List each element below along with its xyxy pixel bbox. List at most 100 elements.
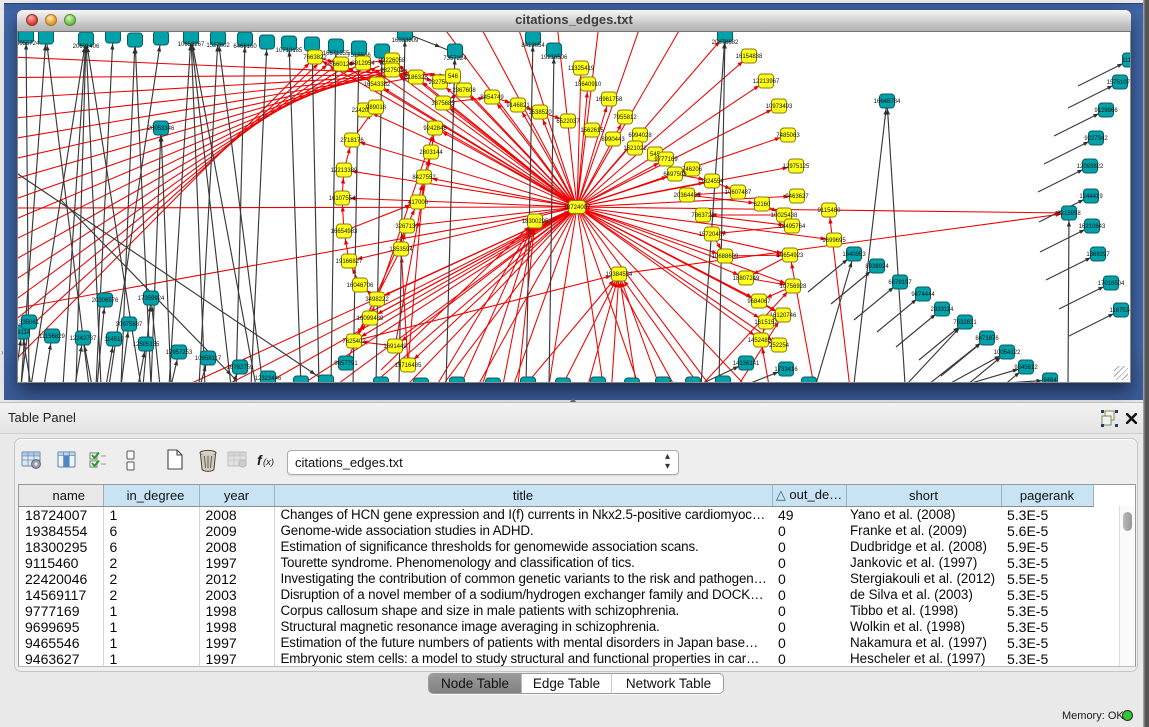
svg-text:15716485: 15716485 <box>395 363 422 369</box>
svg-text:20364436: 20364436 <box>674 193 701 199</box>
svg-text:9777169: 9777169 <box>654 157 678 163</box>
svg-text:1640953: 1640953 <box>842 252 866 258</box>
svg-text:8413054: 8413054 <box>521 43 545 49</box>
svg-text:16961758: 16961758 <box>596 97 623 103</box>
svg-text:10688609: 10688609 <box>712 254 739 260</box>
svg-text:417006: 417006 <box>408 200 429 206</box>
svg-text:19654923: 19654923 <box>777 253 804 259</box>
svg-text:1733416: 1733416 <box>774 367 798 373</box>
svg-text:7863722: 7863722 <box>691 213 715 219</box>
svg-text:989018: 989018 <box>366 105 387 111</box>
svg-text:12975125: 12975125 <box>783 164 810 170</box>
svg-text:11325419: 11325419 <box>568 66 595 72</box>
svg-text:1369297: 1369297 <box>1086 252 1110 258</box>
svg-text:1691449: 1691449 <box>383 344 407 350</box>
svg-text:12213967: 12213967 <box>753 79 780 85</box>
svg-text:17359924: 17359924 <box>138 296 165 302</box>
svg-text:1167534: 1167534 <box>1110 308 1131 314</box>
svg-text:8427552: 8427552 <box>412 175 436 181</box>
svg-text:9827509: 9827509 <box>380 68 404 74</box>
svg-text:18495764: 18495764 <box>779 224 806 230</box>
svg-text:9857791: 9857791 <box>334 361 358 367</box>
svg-text:8215958: 8215958 <box>1057 211 1081 217</box>
svg-text:6522037: 6522037 <box>556 119 580 125</box>
svg-text:1621022: 1621022 <box>623 146 647 152</box>
svg-text:10054122: 10054122 <box>994 350 1021 356</box>
svg-text:1244419: 1244419 <box>1079 194 1103 200</box>
svg-text:3267130: 3267130 <box>395 224 419 230</box>
svg-text:8938924: 8938924 <box>865 264 889 270</box>
svg-text:12213389: 12213389 <box>331 168 358 174</box>
svg-text:9245612: 9245612 <box>1014 365 1038 371</box>
svg-text:17016504: 17016504 <box>1098 281 1125 287</box>
svg-text:6497508: 6497508 <box>663 172 687 178</box>
svg-text:19218506: 19218506 <box>541 55 568 61</box>
svg-text:30975887: 30975887 <box>116 322 143 328</box>
svg-text:7632621: 7632621 <box>953 320 977 326</box>
svg-text:8660124: 8660124 <box>329 62 353 68</box>
svg-text:12093822: 12093822 <box>1077 164 1104 170</box>
svg-text:18640910: 18640910 <box>575 82 602 88</box>
svg-text:9463627: 9463627 <box>785 194 809 200</box>
svg-text:9464: 9464 <box>1043 378 1057 383</box>
svg-text:9684067: 9684067 <box>747 299 771 305</box>
svg-text:9242848: 9242848 <box>423 126 447 132</box>
svg-text:9146821: 9146821 <box>506 103 530 109</box>
svg-text:16671355: 16671355 <box>323 51 350 57</box>
svg-text:3498222: 3498222 <box>365 297 389 303</box>
svg-text:18724007: 18724007 <box>564 205 591 211</box>
svg-text:2933114: 2933114 <box>931 307 955 313</box>
svg-text:1353594: 1353594 <box>389 247 413 253</box>
svg-text:17957253: 17957253 <box>166 350 193 356</box>
svg-text:16782759: 16782759 <box>227 365 254 371</box>
svg-text:8990443: 8990443 <box>601 137 625 143</box>
svg-text:7955812: 7955812 <box>613 115 637 121</box>
svg-text:8454749: 8454749 <box>480 95 504 101</box>
svg-text:10719185: 10719185 <box>276 48 303 54</box>
svg-text:16099489: 16099489 <box>357 316 384 322</box>
svg-text:19166827: 19166827 <box>336 259 363 265</box>
svg-text:7625402: 7625402 <box>342 339 366 345</box>
svg-text:16543382: 16543382 <box>364 82 391 88</box>
svg-text:114519: 114519 <box>104 337 124 343</box>
svg-text:3875685: 3875685 <box>431 101 455 107</box>
svg-text:14055724: 14055724 <box>18 41 40 47</box>
svg-text:1527602: 1527602 <box>206 43 230 49</box>
svg-text:20878682: 20878682 <box>712 40 739 46</box>
svg-text:8912954: 8912954 <box>351 61 375 67</box>
svg-text:546: 546 <box>448 74 459 80</box>
svg-text:2803144: 2803144 <box>419 150 443 156</box>
svg-text:14136141: 14136141 <box>733 361 760 367</box>
svg-text:9474444: 9474444 <box>911 292 935 298</box>
svg-text:6679197: 6679197 <box>888 280 912 286</box>
svg-text:7663822: 7663822 <box>303 55 327 61</box>
svg-text:20206576: 20206576 <box>92 298 119 304</box>
svg-text:6994028: 6994028 <box>628 133 652 139</box>
svg-text:15751074: 15751074 <box>1107 80 1131 86</box>
svg-text:10607487: 10607487 <box>725 190 752 196</box>
svg-text:3824554: 3824554 <box>700 179 724 185</box>
svg-text:9227342: 9227342 <box>1084 136 1108 142</box>
svg-text:1562615: 1562615 <box>580 128 604 134</box>
svg-text:39114: 39114 <box>18 330 31 336</box>
svg-text:12242737: 12242737 <box>70 336 97 342</box>
svg-text:1615152: 1615152 <box>754 320 778 326</box>
svg-text:15720407: 15720407 <box>699 232 726 238</box>
svg-text:16648784: 16648784 <box>874 99 901 105</box>
svg-text:7357224: 7357224 <box>443 56 467 62</box>
svg-text:16046706: 16046706 <box>347 283 374 289</box>
svg-text:16107554: 16107554 <box>329 196 356 202</box>
svg-text:(x): (x) <box>263 457 274 468</box>
svg-text:12505135: 12505135 <box>133 342 160 348</box>
svg-text:16154838: 16154838 <box>736 54 763 60</box>
svg-text:335061: 335061 <box>19 320 40 326</box>
svg-text:16210643: 16210643 <box>1079 224 1106 230</box>
svg-text:2367608: 2367608 <box>452 88 476 94</box>
svg-text:7485063: 7485063 <box>776 133 800 139</box>
svg-text:12323446: 12323446 <box>255 376 282 382</box>
svg-text:20053346: 20053346 <box>148 126 175 132</box>
svg-text:1538520: 1538520 <box>528 110 552 116</box>
svg-text:20691406: 20691406 <box>73 44 100 50</box>
svg-text:10973493: 10973493 <box>766 104 793 110</box>
svg-text:19384554: 19384554 <box>606 272 633 278</box>
